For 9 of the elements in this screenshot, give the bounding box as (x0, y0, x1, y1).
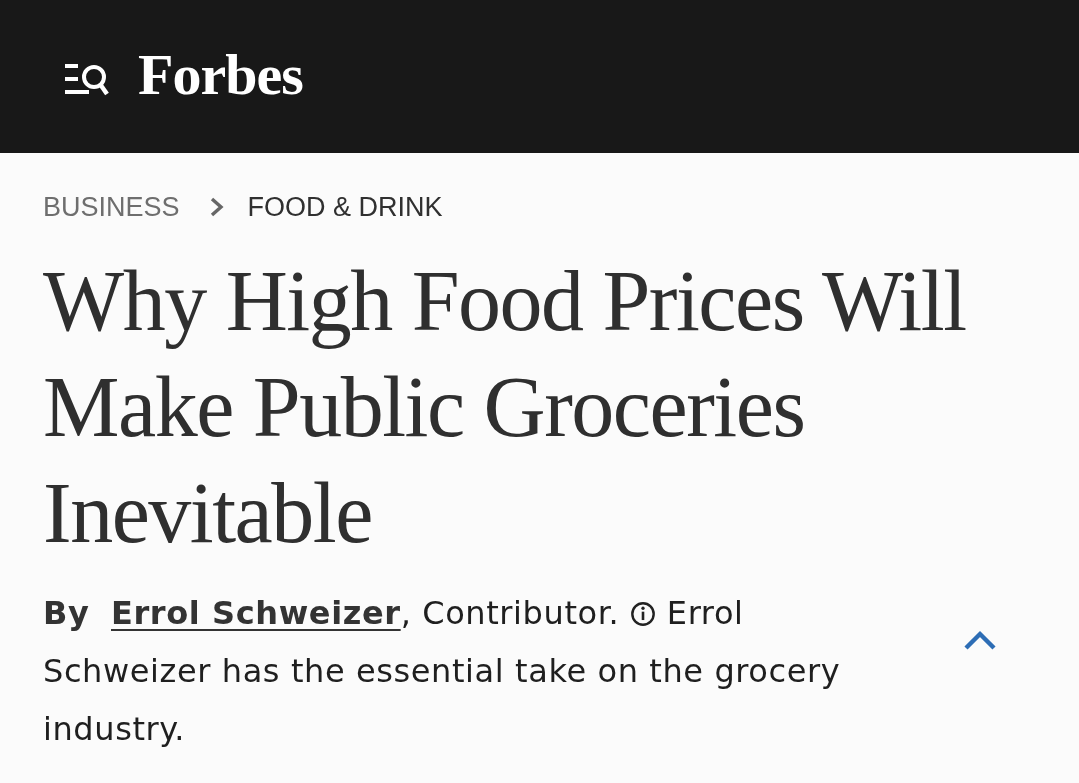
byline-text: By Errol Schweizer, Contributor. Errol Schweizer has the essential take on the grocery industry. (43, 593, 842, 750)
breadcrumb-link[interactable]: FOOD & DRINK (247, 191, 443, 223)
forbes-logo[interactable]: Forbes (138, 45, 303, 104)
chevron-right-icon (209, 197, 224, 217)
info-icon[interactable] (630, 601, 657, 627)
article-headline: Why High Food Prices Will Make Public Groceries Inevitable (43, 252, 967, 563)
chevron-up-icon[interactable] (963, 629, 997, 651)
author-link[interactable]: Errol Schweizer (111, 594, 401, 632)
breadcrumb-link[interactable]: BUSINESS (43, 191, 180, 223)
